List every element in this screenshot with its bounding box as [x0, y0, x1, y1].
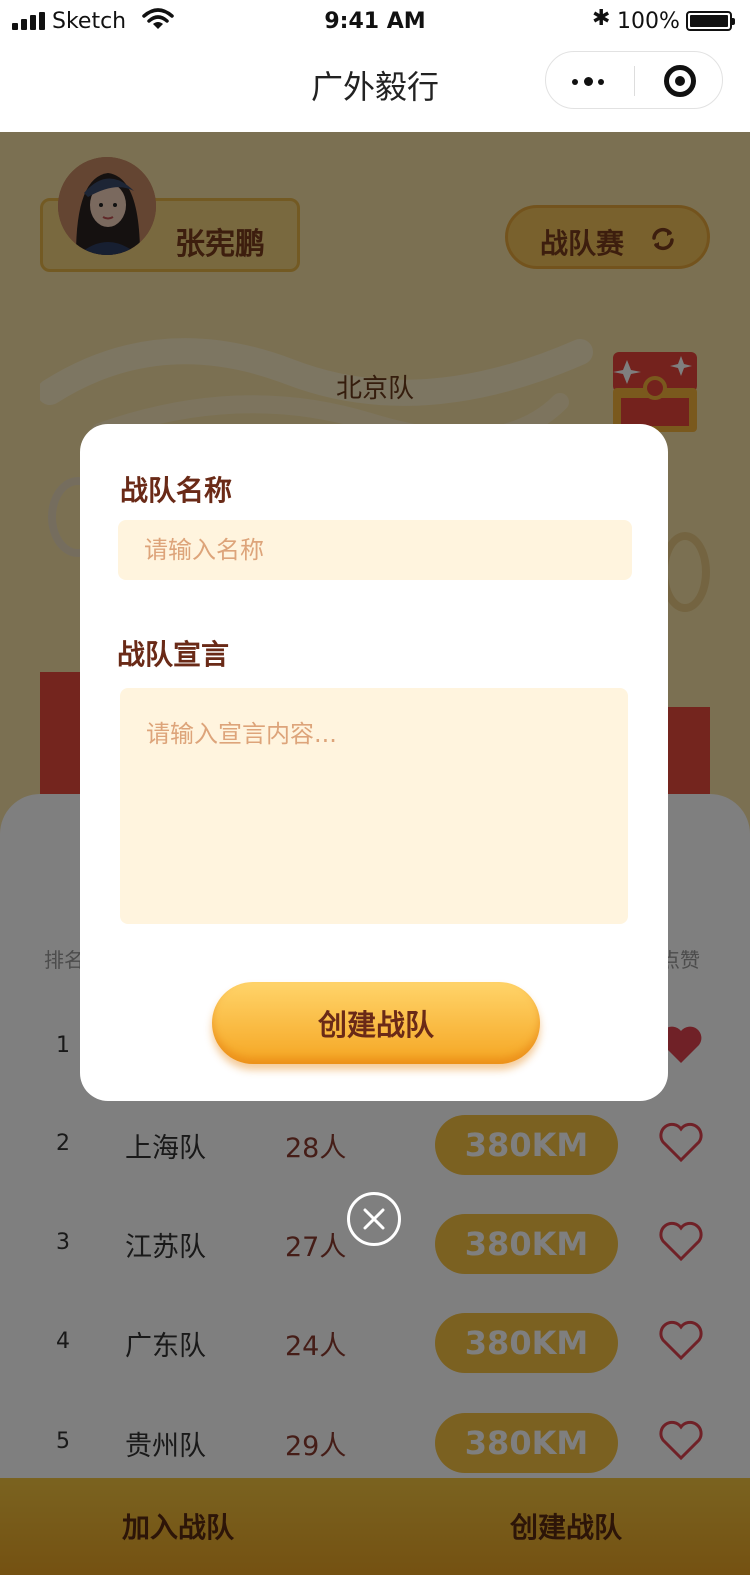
status-bar: Sketch 9:41 AM ✱ 100% [0, 0, 750, 44]
create-team-dialog: 战队名称 战队宣言 创建战队 [80, 424, 668, 1101]
team-name-input[interactable] [118, 520, 632, 580]
battery-percent: 100% [617, 9, 680, 34]
close-icon [363, 1208, 385, 1230]
capsule-divider [634, 66, 635, 96]
create-team-button[interactable]: 创建战队 [212, 982, 540, 1064]
close-miniprogram-icon[interactable] [664, 65, 696, 97]
nav-bar: 广外毅行 [0, 44, 750, 132]
close-dialog-button[interactable] [347, 1192, 401, 1246]
team-motto-textarea[interactable] [120, 688, 628, 924]
battery-icon [686, 11, 735, 31]
miniprogram-capsule [545, 51, 723, 109]
bluetooth-icon: ✱ [592, 6, 611, 31]
team-motto-label: 战队宣言 [117, 638, 230, 671]
more-menu-icon[interactable] [546, 52, 634, 110]
team-name-label: 战队名称 [120, 474, 233, 507]
